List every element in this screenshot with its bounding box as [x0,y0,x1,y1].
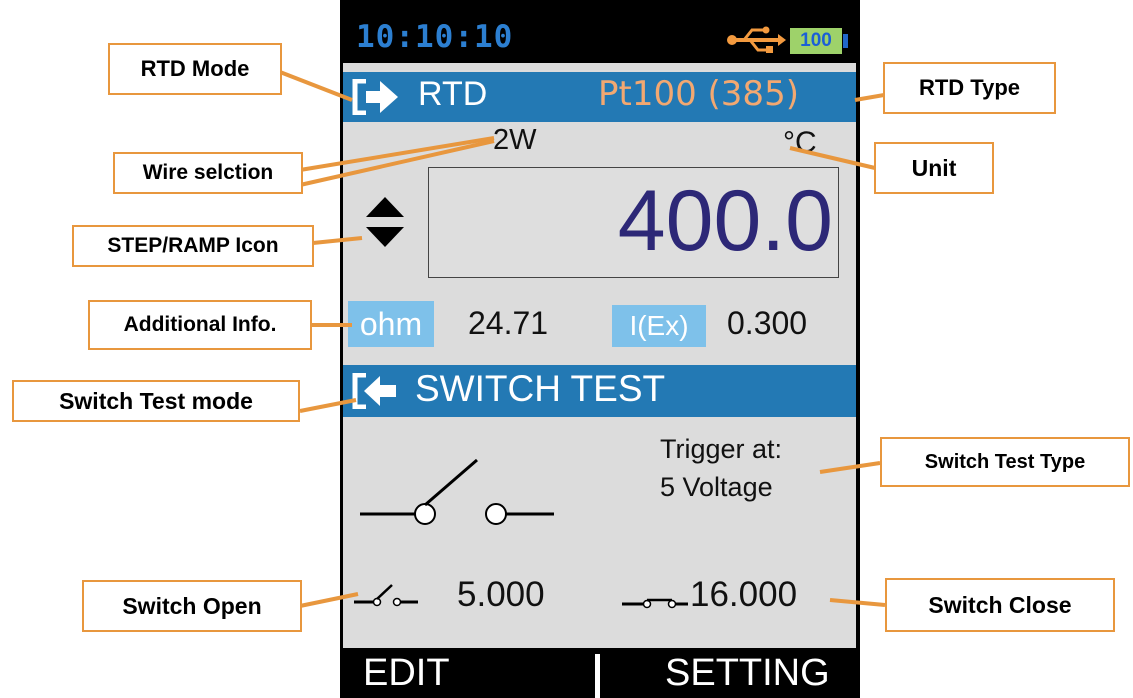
leader-switch-open [299,592,359,608]
leader-switch-type [819,461,881,474]
callout-switch-test-type: Switch Test Type [880,437,1130,487]
leader-wire-1 [299,136,495,172]
callout-step-ramp: STEP/RAMP Icon [72,225,314,267]
callout-rtd-mode: RTD Mode [108,43,282,95]
leader-rtd-mode [279,70,353,102]
callout-wire-selection: Wire selction [113,152,303,194]
leader-switch-close [829,598,886,607]
leader-switch-mode [299,398,357,413]
leader-unit [789,146,876,170]
callout-switch-close: Switch Close [885,578,1115,632]
callout-switch-test-mode: Switch Test mode [12,380,300,422]
callout-unit: Unit [874,142,994,194]
leader-wire-2 [299,139,495,187]
callout-switch-open: Switch Open [82,580,302,632]
callout-rtd-type: RTD Type [883,62,1056,114]
leader-step-ramp [312,236,363,245]
callout-additional-info: Additional Info. [88,300,312,350]
